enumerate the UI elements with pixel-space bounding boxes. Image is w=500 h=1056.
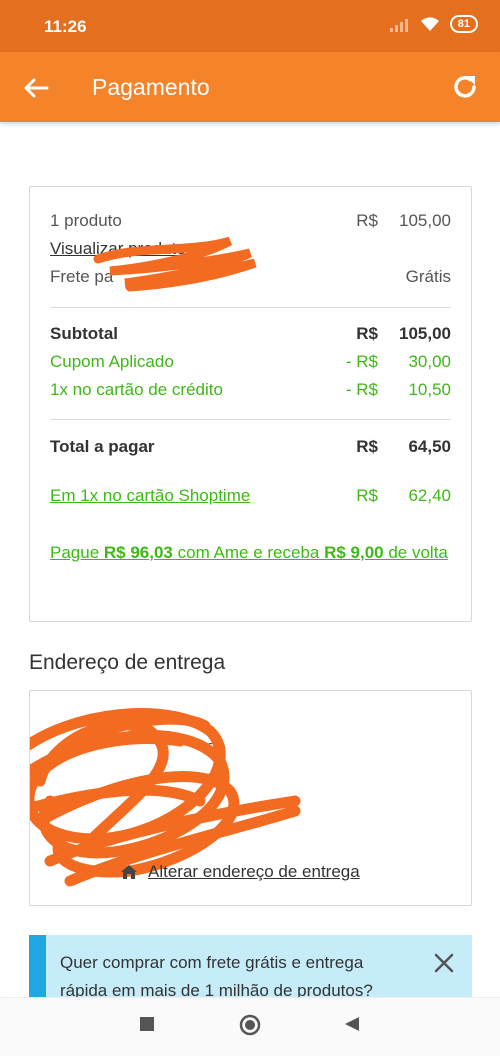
- home-nav-button[interactable]: [239, 1014, 261, 1041]
- total-currency: R$: [356, 437, 378, 456]
- refresh-icon: [454, 76, 476, 98]
- back-button[interactable]: [20, 72, 52, 104]
- status-bar: 11:26 81: [0, 0, 500, 52]
- shipping-label: Frete pa: [50, 267, 114, 286]
- total-label: Total a pagar: [50, 437, 155, 456]
- ame-text-mid: com Ame e receba: [172, 543, 325, 562]
- coupon-value: 30,00: [408, 352, 451, 371]
- app-bar: Pagamento: [0, 52, 500, 122]
- square-icon: [140, 1017, 154, 1031]
- address-section-title: Endereço de entrega: [29, 651, 226, 674]
- coupon-currency: - R$: [345, 352, 378, 371]
- close-icon: [434, 953, 454, 973]
- subtotal-currency: R$: [356, 324, 378, 343]
- ame-cashback-amount: R$ 9,00: [324, 543, 384, 562]
- shipping-value: Grátis: [405, 267, 451, 286]
- products-value: 105,00: [399, 211, 451, 230]
- close-button[interactable]: [432, 951, 456, 975]
- triangle-icon: [345, 1017, 359, 1031]
- divider: [50, 307, 451, 308]
- products-currency: R$: [356, 211, 378, 230]
- divider: [50, 419, 451, 420]
- wifi-icon: [420, 17, 439, 31]
- payment-summary-card: 1 produto R$ 105,00 Visualizar produtos …: [29, 186, 472, 622]
- promo-banner-text: Quer comprar com frete grátis e entrega …: [60, 953, 373, 997]
- products-label: 1 produto: [50, 211, 122, 230]
- coupon-label: Cupom Aplicado: [50, 352, 174, 371]
- recents-button[interactable]: [139, 1016, 155, 1037]
- address-card: 70 Alterar endereço de entrega: [29, 690, 472, 906]
- ame-cashback-link[interactable]: Pague R$ 96,03 com Ame e receba R$ 9,00 …: [50, 539, 451, 567]
- shoptime-value: 62,40: [408, 486, 451, 505]
- system-nav-bar: [0, 997, 500, 1056]
- subtotal-label: Subtotal: [50, 324, 118, 343]
- shoptime-card-link[interactable]: Em 1x no cartão Shoptime: [50, 486, 250, 506]
- circle-icon: [239, 1014, 261, 1036]
- ame-amount: R$ 96,03: [103, 543, 173, 562]
- home-icon: [121, 865, 137, 879]
- total-value: 64,50: [408, 437, 451, 456]
- status-icons: 81: [389, 15, 478, 33]
- credit-discount-value: 10,50: [408, 380, 451, 399]
- promo-banner[interactable]: Quer comprar com frete grátis e entrega …: [29, 935, 472, 997]
- change-address-label: Alterar endereço de entrega: [148, 862, 360, 881]
- address-line-partial: 70: [208, 741, 226, 758]
- subtotal-value: 105,00: [399, 324, 451, 343]
- back-nav-button[interactable]: [344, 1016, 360, 1037]
- page-title: Pagamento: [92, 74, 210, 100]
- battery-indicator: 81: [449, 15, 478, 33]
- ame-text-pre: Pague: [50, 543, 104, 562]
- credit-discount-currency: - R$: [345, 380, 378, 399]
- change-address-link[interactable]: Alterar endereço de entrega: [120, 862, 360, 882]
- credit-discount-label: 1x no cartão de crédito: [50, 380, 223, 399]
- view-products-link[interactable]: Visualizar produtos: [50, 239, 194, 259]
- signal-icon: [389, 16, 410, 32]
- ame-text-post: de volta: [383, 543, 448, 562]
- status-time: 11:26: [44, 17, 87, 36]
- shoptime-currency: R$: [356, 486, 378, 505]
- arrow-left-icon: [24, 78, 49, 98]
- refresh-button[interactable]: [448, 70, 482, 104]
